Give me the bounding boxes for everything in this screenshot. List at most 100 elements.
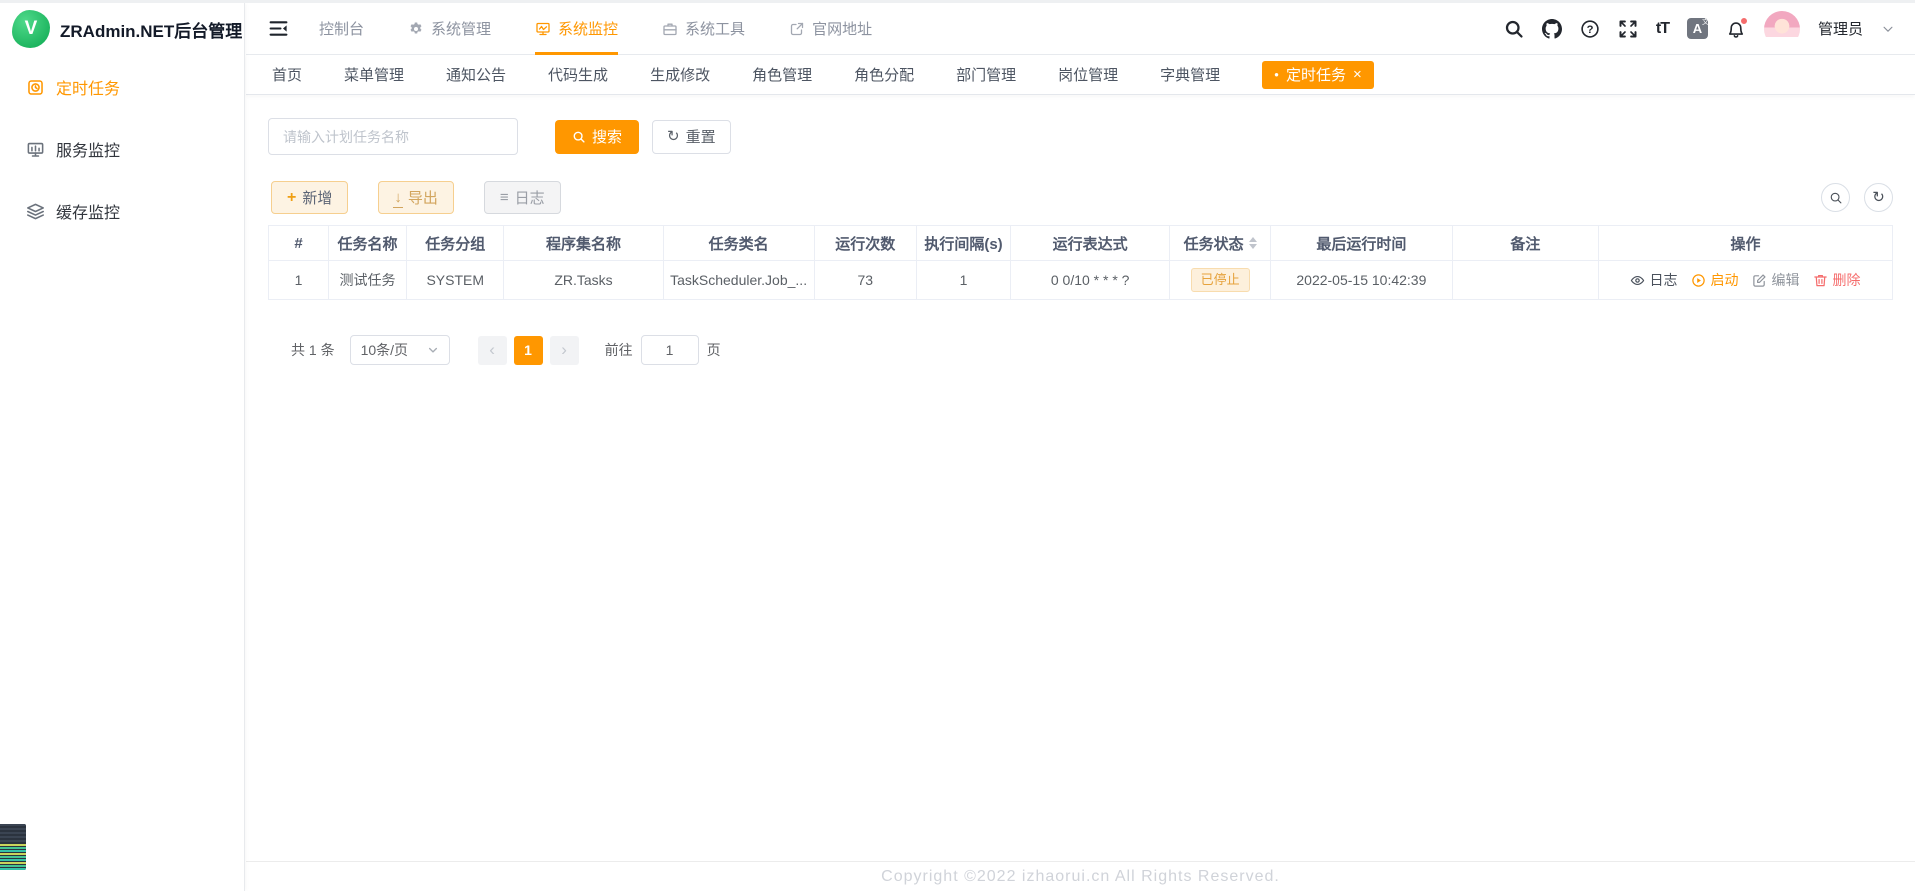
col-last-run: 最后运行时间 bbox=[1270, 226, 1452, 261]
col-assembly: 程序集名称 bbox=[504, 226, 663, 261]
search-icon[interactable] bbox=[1504, 19, 1524, 39]
reset-button-label: 重置 bbox=[686, 126, 716, 147]
refresh-icon: ↻ bbox=[667, 129, 680, 144]
row-log-link[interactable]: 日志 bbox=[1630, 270, 1677, 290]
tabbar: 首页 菜单管理 通知公告 代码生成 生成修改 角色管理 角色分配 部门管理 岗位… bbox=[246, 55, 1915, 95]
table-refresh-button[interactable]: ↻ bbox=[1864, 183, 1893, 212]
user-name[interactable]: 管理员 bbox=[1818, 18, 1863, 39]
user-avatar[interactable] bbox=[1764, 11, 1800, 47]
github-icon[interactable] bbox=[1542, 19, 1562, 39]
page-size-value: 10条/页 bbox=[361, 340, 408, 360]
plus-icon: + bbox=[287, 190, 296, 206]
page-size-select[interactable]: 10条/页 bbox=[350, 335, 450, 365]
sidebar-item-scheduled-tasks[interactable]: 定时任务 bbox=[0, 59, 244, 115]
timer-task-icon bbox=[26, 78, 45, 97]
goto-page-input[interactable] bbox=[641, 335, 699, 365]
search-button-label: 搜索 bbox=[592, 126, 622, 147]
row-start-link[interactable]: 启动 bbox=[1691, 270, 1738, 290]
tab-notice[interactable]: 通知公告 bbox=[446, 64, 506, 85]
sidebar-item-label: 服务监控 bbox=[56, 137, 120, 161]
row-delete-link[interactable]: 删除 bbox=[1813, 270, 1860, 290]
total-count: 共 1 条 bbox=[291, 340, 335, 360]
cell-index: 1 bbox=[269, 261, 329, 300]
toolbar-row: + 新增 ↓ 导出 ≡ 日志 ↻ bbox=[271, 181, 1893, 214]
task-name-input[interactable] bbox=[268, 118, 518, 155]
nav-item-label: 系统工具 bbox=[685, 18, 745, 39]
nav-item-system-manage[interactable]: 系统管理 bbox=[408, 3, 491, 54]
external-link-icon bbox=[789, 21, 805, 37]
cell-job-class: TaskScheduler.Job_... bbox=[663, 261, 814, 300]
notification-badge bbox=[1740, 17, 1748, 25]
sidebar-item-label: 缓存监控 bbox=[56, 199, 120, 223]
table-search-toggle-button[interactable] bbox=[1821, 183, 1850, 212]
next-page-button[interactable]: › bbox=[550, 336, 579, 365]
nav-item-system-monitor[interactable]: 系统监控 bbox=[535, 3, 618, 54]
cell-cron: 0 0/10 * * * ? bbox=[1011, 261, 1170, 300]
download-icon: ↓ bbox=[394, 190, 402, 205]
col-remark: 备注 bbox=[1452, 226, 1598, 261]
refresh-icon: ↻ bbox=[1872, 190, 1885, 205]
font-size-icon[interactable]: tT bbox=[1656, 20, 1669, 38]
tasks-table: # 任务名称 任务分组 程序集名称 任务类名 运行次数 执行间隔(s) 运行表达… bbox=[268, 225, 1893, 300]
current-page-button[interactable]: 1 bbox=[514, 336, 543, 365]
tab-scheduled-tasks-active[interactable]: ● 定时任务 × bbox=[1262, 61, 1374, 89]
sidebar-item-cache-monitor[interactable]: 缓存监控 bbox=[0, 183, 244, 239]
sidebar-item-label: 定时任务 bbox=[56, 75, 120, 99]
top-navbar: 控制台 系统管理 系统监控 bbox=[246, 3, 1915, 55]
search-icon bbox=[572, 130, 586, 144]
stats-monitor-widget[interactable] bbox=[0, 824, 26, 870]
close-icon[interactable]: × bbox=[1353, 67, 1362, 82]
col-cron: 运行表达式 bbox=[1011, 226, 1170, 261]
tab-home[interactable]: 首页 bbox=[272, 64, 302, 85]
pagination: 共 1 条 10条/页 ‹ 1 › 前往 页 bbox=[291, 335, 1915, 365]
tab-dept-manage[interactable]: 部门管理 bbox=[956, 64, 1016, 85]
logo-row[interactable]: V ZRAdmin.NET后台管理 bbox=[0, 3, 244, 55]
tab-gen-modify[interactable]: 生成修改 bbox=[650, 64, 710, 85]
tab-code-gen[interactable]: 代码生成 bbox=[548, 64, 608, 85]
app-logo: V bbox=[12, 10, 50, 48]
nav-item-official-site[interactable]: 官网地址 bbox=[789, 3, 872, 54]
bell-icon[interactable] bbox=[1726, 19, 1746, 39]
log-button-label: 日志 bbox=[515, 187, 545, 208]
export-button[interactable]: ↓ 导出 bbox=[378, 181, 454, 214]
stats-color-rows bbox=[0, 844, 26, 870]
log-button[interactable]: ≡ 日志 bbox=[484, 181, 561, 214]
page-unit-label: 页 bbox=[707, 340, 721, 360]
tab-menu-manage[interactable]: 菜单管理 bbox=[344, 64, 404, 85]
trash-icon bbox=[1813, 273, 1828, 288]
menu-fold-icon[interactable] bbox=[268, 18, 289, 39]
cell-last-run: 2022-05-15 10:42:39 bbox=[1270, 261, 1452, 300]
reset-button[interactable]: ↻ 重置 bbox=[652, 120, 731, 154]
nav-item-console[interactable]: 控制台 bbox=[319, 3, 364, 54]
fullscreen-icon[interactable] bbox=[1618, 19, 1638, 39]
col-job-class: 任务类名 bbox=[663, 226, 814, 261]
search-row: 搜索 ↻ 重置 bbox=[268, 118, 1915, 155]
prev-page-button[interactable]: ‹ bbox=[478, 336, 507, 365]
tab-post-manage[interactable]: 岗位管理 bbox=[1058, 64, 1118, 85]
row-edit-link[interactable]: 编辑 bbox=[1752, 270, 1799, 290]
search-button[interactable]: 搜索 bbox=[555, 120, 639, 154]
chevron-down-icon[interactable] bbox=[1881, 22, 1895, 36]
row-operations: 日志 启动 bbox=[1599, 270, 1892, 290]
monitor-pulse-icon bbox=[535, 21, 551, 37]
tab-role-manage[interactable]: 角色管理 bbox=[752, 64, 812, 85]
status-sort-control[interactable]: 任务状态 bbox=[1184, 233, 1257, 254]
toolbar-right: ↻ bbox=[1821, 183, 1893, 212]
top-divider bbox=[0, 0, 1915, 3]
cell-assembly: ZR.Tasks bbox=[504, 261, 663, 300]
add-button-label: 新增 bbox=[302, 187, 332, 208]
add-button[interactable]: + 新增 bbox=[271, 181, 348, 214]
sidebar-item-service-monitor[interactable]: 服务监控 bbox=[0, 121, 244, 177]
table-header-row: # 任务名称 任务分组 程序集名称 任务类名 运行次数 执行间隔(s) 运行表达… bbox=[269, 226, 1893, 261]
translate-icon[interactable]: A 文 bbox=[1687, 18, 1708, 39]
goto-label: 前往 bbox=[605, 340, 633, 360]
tab-role-assign[interactable]: 角色分配 bbox=[854, 64, 914, 85]
app-title: ZRAdmin.NET后台管理 bbox=[60, 17, 242, 42]
cell-remark bbox=[1452, 261, 1598, 300]
footer-copyright: Copyright ©2022 izhaorui.cn All Rights R… bbox=[246, 861, 1915, 891]
help-icon[interactable]: ? bbox=[1580, 19, 1600, 39]
tab-dict-manage[interactable]: 字典管理 bbox=[1160, 64, 1220, 85]
app-root: V ZRAdmin.NET后台管理 定时任务 服务监控 bbox=[0, 0, 1915, 891]
nav-item-system-tools[interactable]: 系统工具 bbox=[662, 3, 745, 54]
table-row: 1 测试任务 SYSTEM ZR.Tasks TaskScheduler.Job… bbox=[269, 261, 1893, 300]
